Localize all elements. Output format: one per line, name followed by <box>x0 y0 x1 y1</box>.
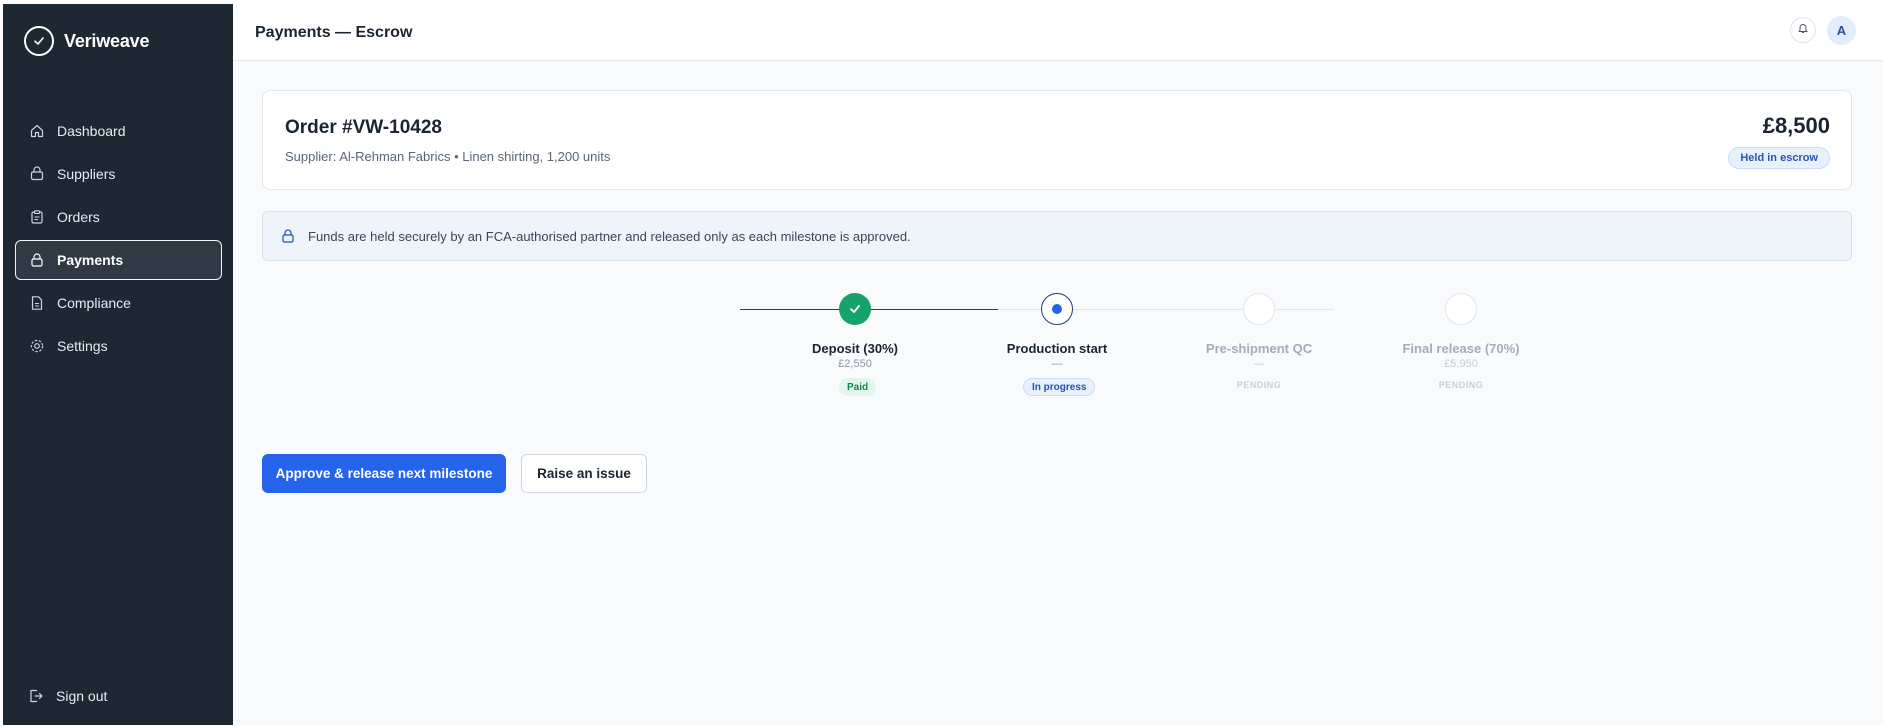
status-badge: Held in escrow <box>1728 147 1830 169</box>
milestone-label: Production start <box>1006 341 1108 356</box>
sidebar-item-compliance[interactable]: Compliance <box>15 283 222 323</box>
order-title: Order #VW-10428 <box>285 117 442 138</box>
sidebar-item-label: Suppliers <box>57 166 116 182</box>
milestone-status: PENDING <box>1236 380 1282 390</box>
sign-out-label: Sign out <box>56 688 108 704</box>
sidebar-item-orders[interactable]: Orders <box>15 197 222 237</box>
document-icon <box>29 295 45 311</box>
sidebar-item-dashboard[interactable]: Dashboard <box>15 111 222 151</box>
raise-issue-button[interactable]: Raise an issue <box>521 454 647 493</box>
sign-out-button[interactable]: Sign out <box>28 688 107 704</box>
avatar[interactable]: A <box>1827 16 1856 45</box>
stepper-connector <box>960 309 998 310</box>
milestone-amount: £2,550 <box>838 358 872 370</box>
milestone-label: Deposit (30%) <box>812 341 898 356</box>
gear-icon <box>29 338 45 354</box>
check-logo-icon <box>24 26 54 56</box>
pending-step-icon <box>1243 293 1275 325</box>
notice-text: Funds are held securely by an FCA-author… <box>308 228 911 244</box>
sidebar-item-payments[interactable]: Payments <box>15 240 222 280</box>
main-content: Payments — Escrow A Order #VW-10428 Supp… <box>233 4 1883 725</box>
sidebar: Veriweave Dashboard Suppliers Orders Pay… <box>3 4 233 725</box>
milestone-label: Final release (70%) <box>1402 341 1520 356</box>
sidebar-item-suppliers[interactable]: Suppliers <box>15 154 222 194</box>
sidebar-item-label: Orders <box>57 209 100 225</box>
check-icon <box>839 293 871 325</box>
order-amount: £8,500 <box>1762 113 1830 138</box>
order-subtitle: Supplier: Al-Rehman Fabrics • Linen shir… <box>285 149 611 164</box>
notifications-button[interactable] <box>1790 17 1816 43</box>
app-window: Veriweave Dashboard Suppliers Orders Pay… <box>3 4 1883 725</box>
brand-name: Veriweave <box>64 30 150 51</box>
clipboard-icon <box>29 209 45 225</box>
status-badge: Paid <box>839 378 877 396</box>
home-icon <box>29 123 45 139</box>
dot-icon <box>1052 304 1062 314</box>
top-bar: Payments — Escrow A <box>233 4 1883 61</box>
sidebar-item-label: Payments <box>57 252 124 268</box>
lock-icon <box>29 252 45 268</box>
page-title: Payments — Escrow <box>255 24 413 41</box>
milestone-amount: £5,950 <box>1444 358 1478 370</box>
order-summary-card: Order #VW-10428 Supplier: Al-Rehman Fabr… <box>262 90 1852 190</box>
milestone-status: PENDING <box>1438 380 1484 390</box>
status-badge: In progress <box>1023 378 1096 396</box>
brand[interactable]: Veriweave <box>24 26 149 56</box>
sidebar-nav: Dashboard Suppliers Orders Payments Comp… <box>15 111 222 369</box>
milestone-amount: — <box>1051 358 1063 370</box>
milestone-amount: — <box>1253 358 1265 370</box>
building-icon <box>29 166 45 182</box>
logout-icon <box>28 688 44 704</box>
current-step-icon <box>1041 293 1073 325</box>
sidebar-item-label: Dashboard <box>57 123 126 139</box>
milestone-label: Pre-shipment QC <box>1205 341 1313 356</box>
sidebar-item-label: Settings <box>57 338 108 354</box>
approve-release-button[interactable]: Approve & release next milestone <box>262 454 506 493</box>
pending-step-icon <box>1445 293 1477 325</box>
lock-icon <box>280 228 296 244</box>
sidebar-item-label: Compliance <box>57 295 131 311</box>
sidebar-item-settings[interactable]: Settings <box>15 326 222 366</box>
bell-icon <box>1797 21 1809 39</box>
escrow-notice: Funds are held securely by an FCA-author… <box>262 211 1852 261</box>
